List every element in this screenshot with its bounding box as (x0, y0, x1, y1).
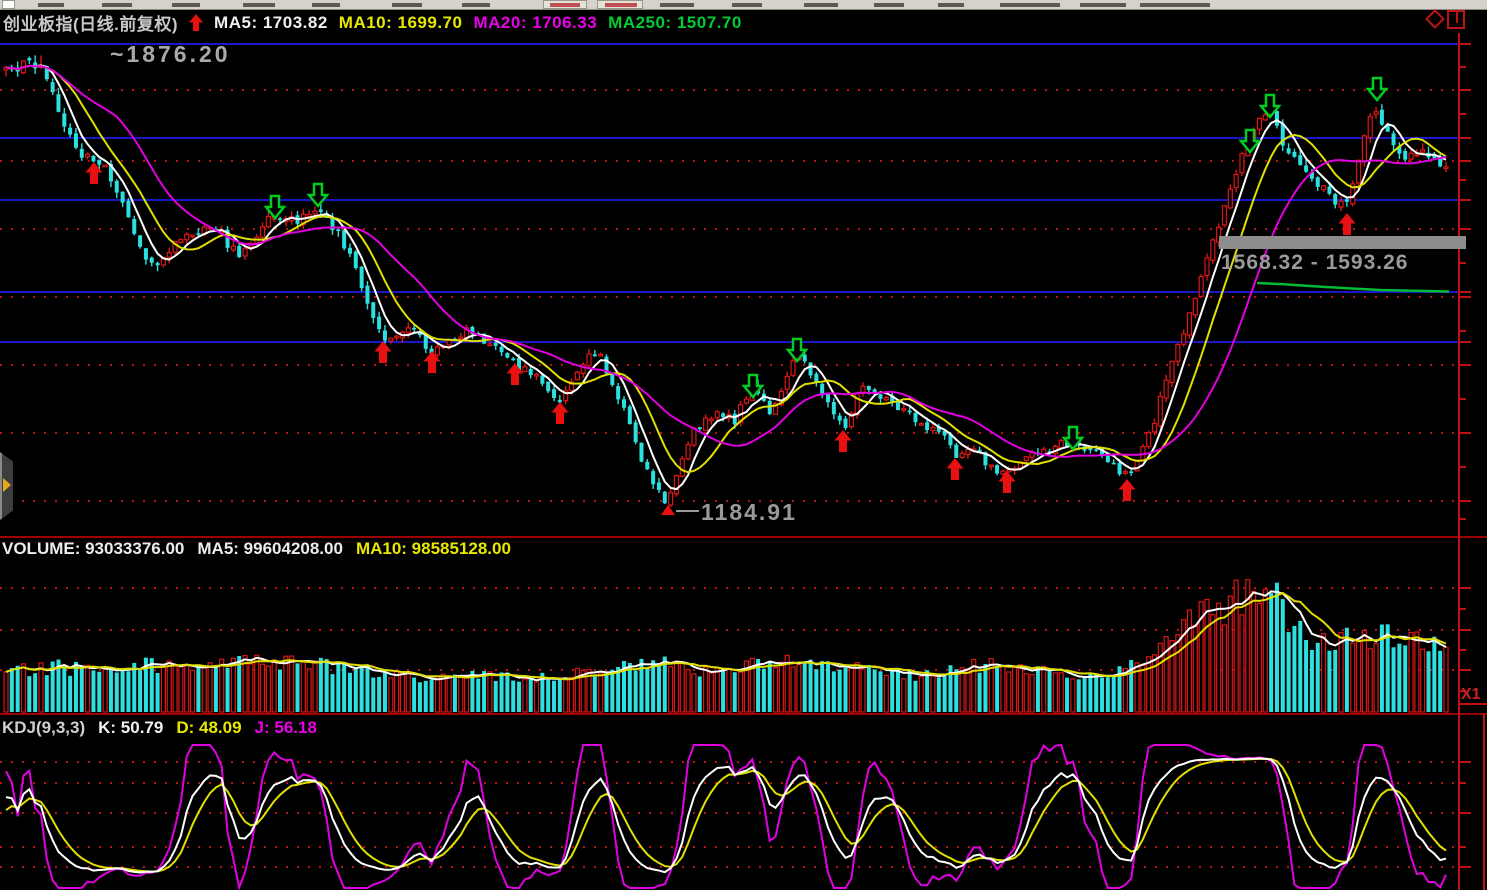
ma250-line (1257, 283, 1449, 292)
ma250-indicator: MA250: 1507.70 (608, 13, 742, 33)
volume-ma5-value: MA5: 99604208.00 (197, 539, 343, 559)
signal-arrows-layer (86, 78, 1387, 501)
kdj-label-row: KDJ(9,3,3) K: 50.79 D: 48.09 J: 56.18 (2, 718, 317, 738)
ma5-indicator: MA5: 1703.82 (214, 13, 328, 33)
buy-arrow-icon (552, 402, 569, 424)
sell-arrow-icon (744, 375, 762, 397)
up-arrow-icon (189, 14, 203, 31)
split-window-icon[interactable] (1447, 10, 1465, 29)
volume-bars-layer (4, 580, 1448, 712)
volume-ma10-value: MA10: 98585128.00 (356, 539, 511, 559)
sell-arrow-icon (1368, 78, 1386, 100)
chart-canvas (0, 0, 1487, 890)
symbol-title: 创业板指(日线.前复权) (3, 10, 178, 35)
chart-title-row: 创业板指(日线.前复权) MA5: 1703.82 MA10: 1699.70 … (3, 10, 742, 35)
trading-app-window: 创业板指(日线.前复权) MA5: 1703.82 MA10: 1699.70 … (0, 0, 1487, 890)
peak-price-annotation: ~1876.20 (110, 41, 231, 68)
buy-arrow-icon (1119, 479, 1136, 501)
ma20-indicator: MA20: 1706.33 (473, 13, 597, 33)
kdj-params: KDJ(9,3,3) (2, 718, 85, 738)
price-range-label: 1568.32 - 1593.26 (1221, 251, 1408, 275)
price-range-band (1219, 236, 1466, 249)
ma10-indicator: MA10: 1699.70 (339, 13, 463, 33)
trough-price-annotation: 1184.91 (701, 499, 797, 526)
sell-arrow-icon (309, 184, 327, 206)
buy-arrow-icon (947, 458, 964, 480)
expand-arrow-icon (3, 478, 11, 492)
volume-scale-label: X1 (1461, 686, 1481, 704)
axis-layer (0, 33, 1487, 890)
kdj-d-value: D: 48.09 (176, 718, 241, 738)
trough-triangle-icon (661, 505, 675, 515)
kdj-k-value: K: 50.79 (98, 718, 163, 738)
gridlines-layer (0, 44, 1458, 867)
volume-value: VOLUME: 93033376.00 (2, 539, 184, 559)
buy-arrow-icon (1339, 213, 1356, 235)
kdj-j-value: J: 56.18 (255, 718, 317, 738)
volume-label-row: VOLUME: 93033376.00 MA5: 99604208.00 MA1… (2, 539, 511, 559)
sidebar-expand-handle[interactable] (0, 452, 13, 520)
trough-marker-layer (661, 505, 699, 515)
candles-layer (4, 55, 1448, 507)
price-ma-layer (6, 65, 1449, 489)
buy-arrow-icon (375, 341, 392, 363)
